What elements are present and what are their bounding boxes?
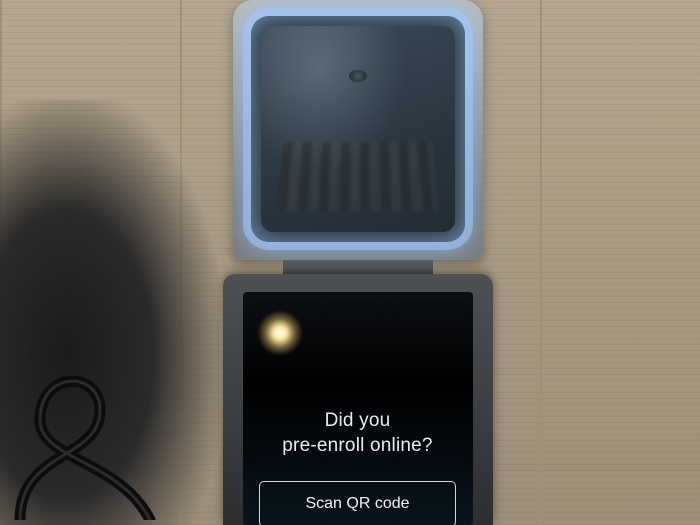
touchscreen[interactable]: Did you pre-enroll online? Scan QR code	[243, 292, 473, 525]
scanner-glass[interactable]	[261, 26, 455, 232]
scan-qr-button[interactable]: Scan QR code	[259, 481, 457, 525]
payment-kiosk: Did you pre-enroll online? Scan QR code	[225, 0, 490, 525]
palm-scanner-housing	[233, 0, 483, 260]
light-glare	[257, 310, 303, 356]
enrollment-prompt: Did you pre-enroll online?	[282, 408, 432, 459]
touchscreen-housing: Did you pre-enroll online? Scan QR code	[223, 274, 493, 525]
glass-reflection	[276, 142, 439, 212]
kiosk-neck	[283, 260, 433, 274]
scanner-glow-ring	[251, 16, 465, 242]
camera-sensor-icon	[349, 70, 367, 82]
power-cable	[10, 310, 190, 520]
prompt-line-2: pre-enroll online?	[282, 435, 432, 456]
prompt-line-1: Did you	[325, 410, 391, 431]
